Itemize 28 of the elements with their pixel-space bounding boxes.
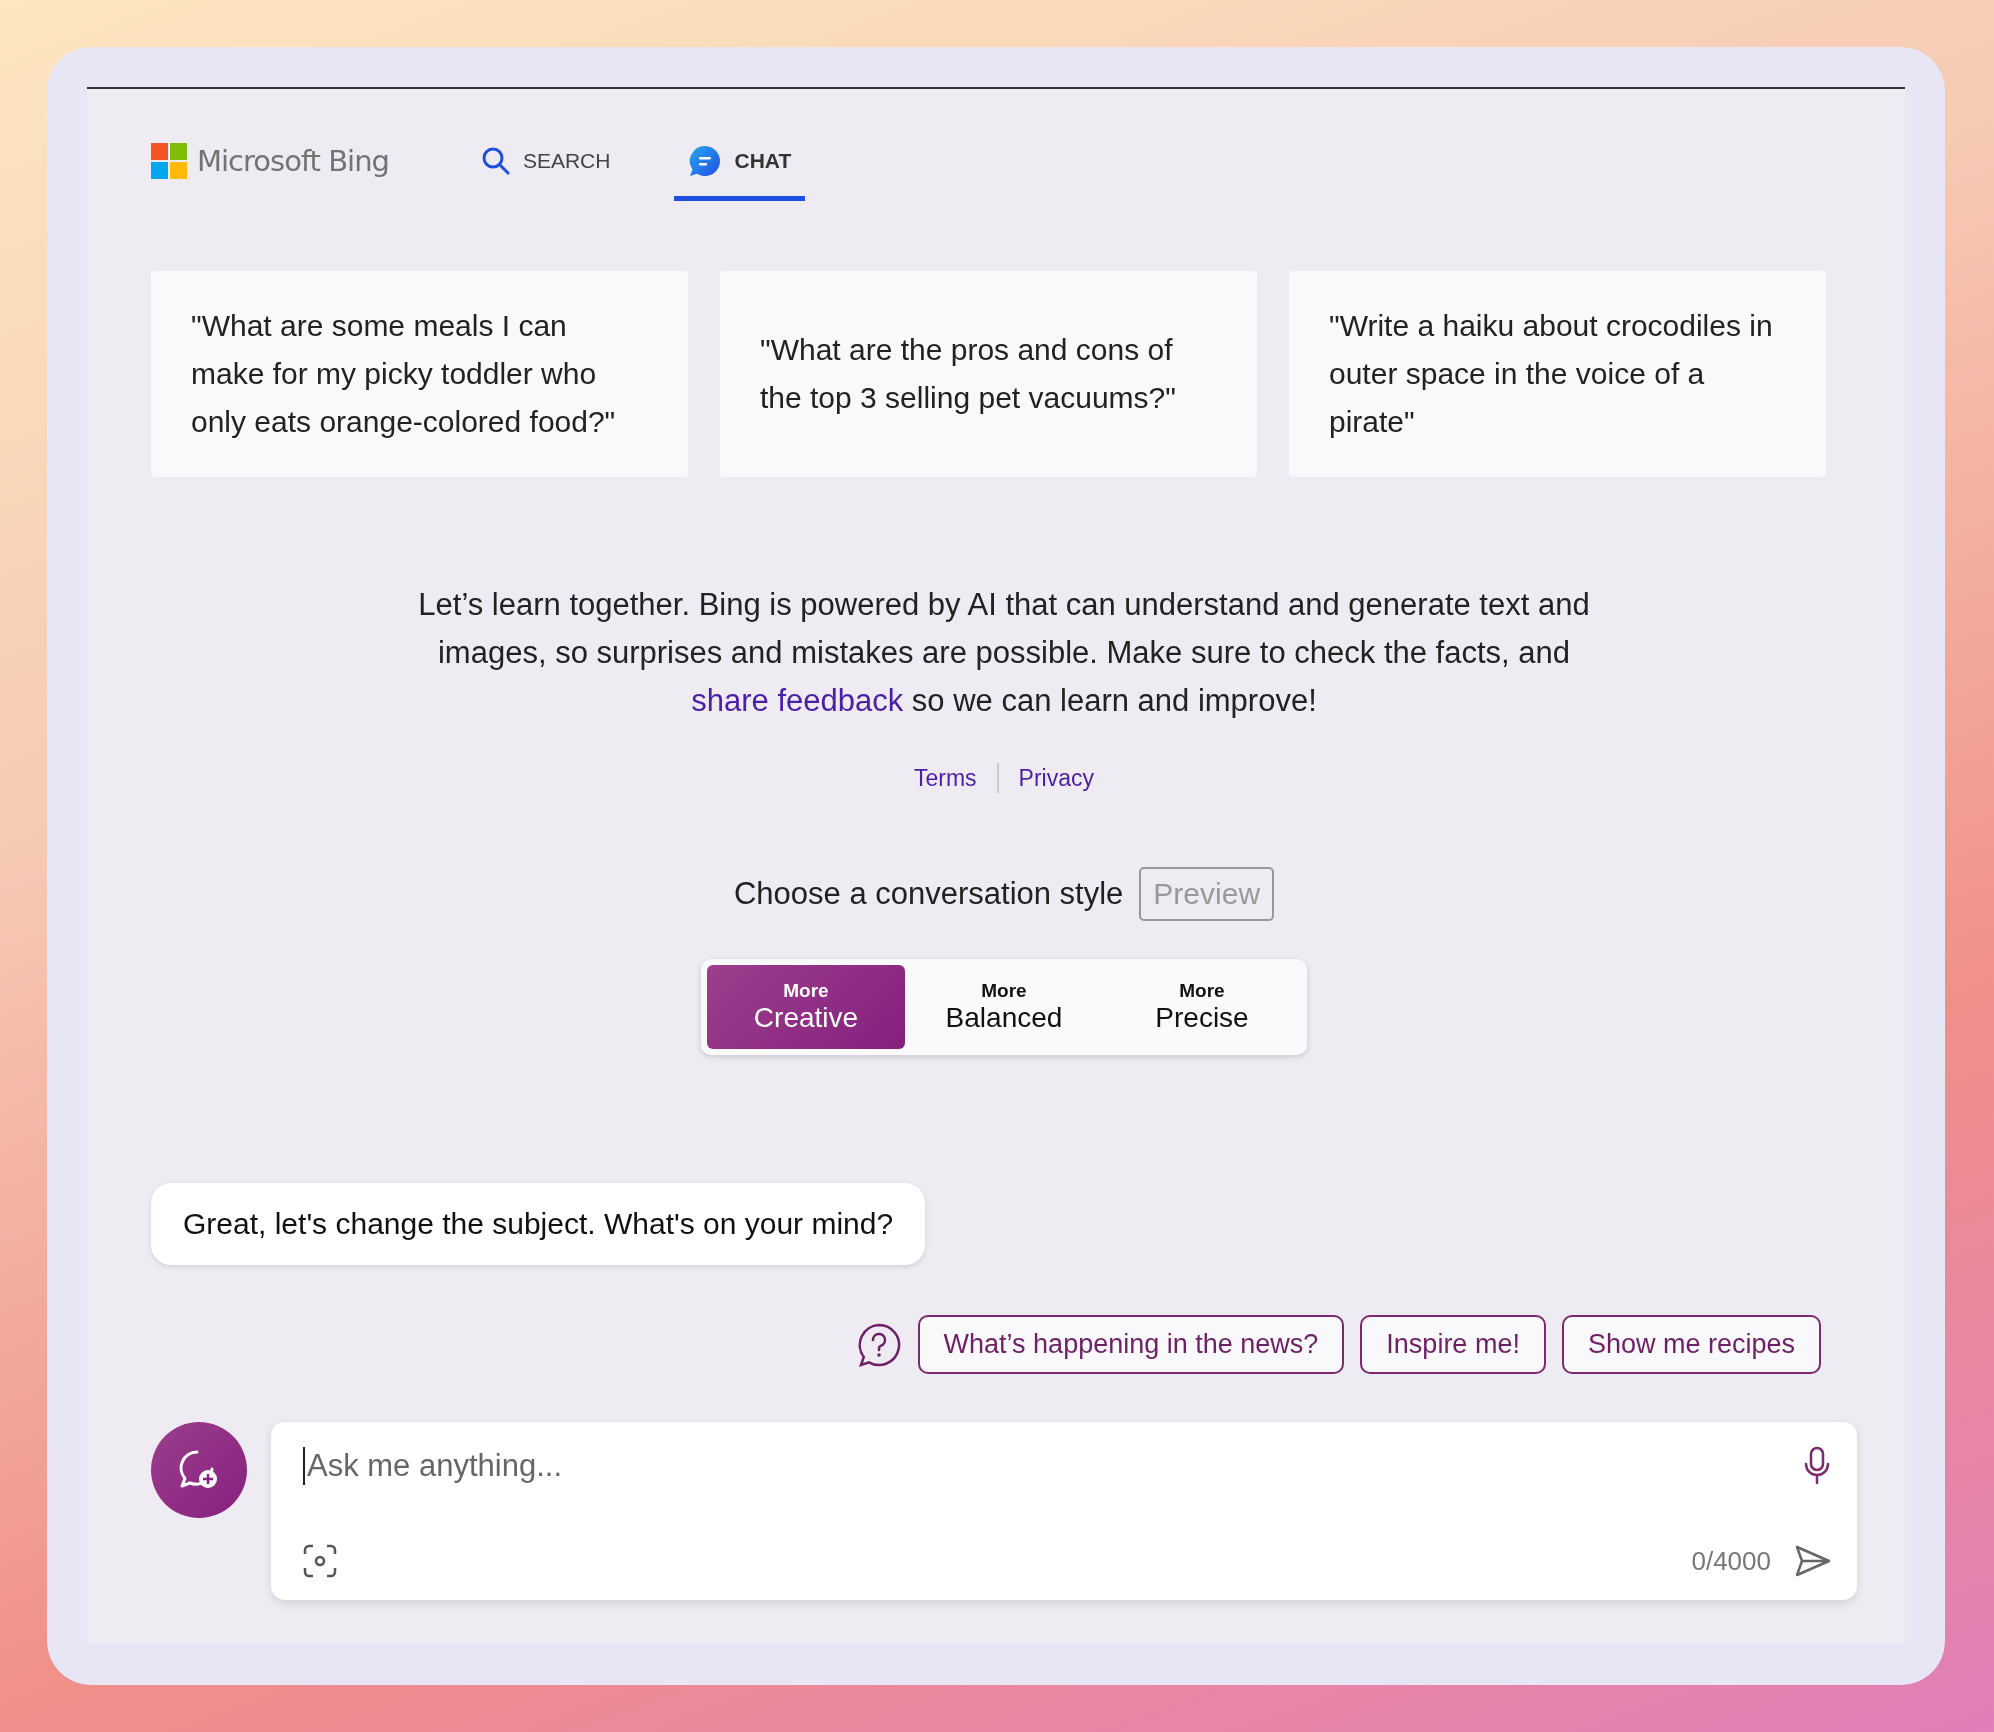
suggestion-chip[interactable]: Inspire me! xyxy=(1360,1315,1546,1374)
example-prompt-card[interactable]: "What are the pros and cons of the top 3 selling pet vacuums?" xyxy=(720,271,1257,477)
search-icon xyxy=(480,145,511,176)
privacy-link[interactable]: Privacy xyxy=(998,764,1114,792)
style-option[interactable]: More Balanced xyxy=(905,965,1103,1049)
suggestion-chip[interactable]: What’s happening in the news? xyxy=(917,1315,1345,1374)
visual-search-icon[interactable] xyxy=(303,1544,337,1578)
chat-input-box[interactable]: Ask me anything... 0/4000 xyxy=(271,1422,1857,1600)
style-option[interactable]: More Precise xyxy=(1103,965,1301,1049)
style-option[interactable]: More Creative xyxy=(707,965,905,1049)
bot-message: Great, let's change the subject. What's on your mind? xyxy=(151,1183,926,1265)
chat-bubble-icon xyxy=(688,143,723,178)
nav-tab[interactable]: SEARCH xyxy=(466,123,625,199)
disclaimer-text: Let’s learn together. Bing is powered by AI that can understand and generate text and images, so surprises and mistakes are possible. Make sure to check the facts, and share feedback so we can learn and improve! xyxy=(417,586,1591,720)
windows-logo-icon xyxy=(151,143,187,179)
example-prompt-card[interactable]: "What are some meals I can make for my picky toddler who only eats orange-colored food?" xyxy=(151,271,688,477)
suggestion-chip[interactable]: Show me recipes xyxy=(1561,1315,1821,1374)
logo-text: Microsoft Bing xyxy=(197,144,389,178)
example-prompt-card[interactable]: "Write a haiku about crocodiles in outer space in the voice of a pirate" xyxy=(1289,271,1826,477)
feedback-link[interactable]: share feedback xyxy=(691,683,904,718)
message-input[interactable]: Ask me anything... xyxy=(303,1447,1803,1485)
microphone-icon[interactable] xyxy=(1803,1446,1831,1486)
send-icon[interactable] xyxy=(1795,1545,1831,1577)
terms-link[interactable]: Terms xyxy=(894,764,997,792)
character-counter: 0/4000 xyxy=(1691,1545,1771,1577)
nav-tab[interactable]: CHAT xyxy=(674,121,806,201)
preview-badge: Preview xyxy=(1139,867,1275,921)
style-label: Choose a conversation style xyxy=(733,876,1124,912)
